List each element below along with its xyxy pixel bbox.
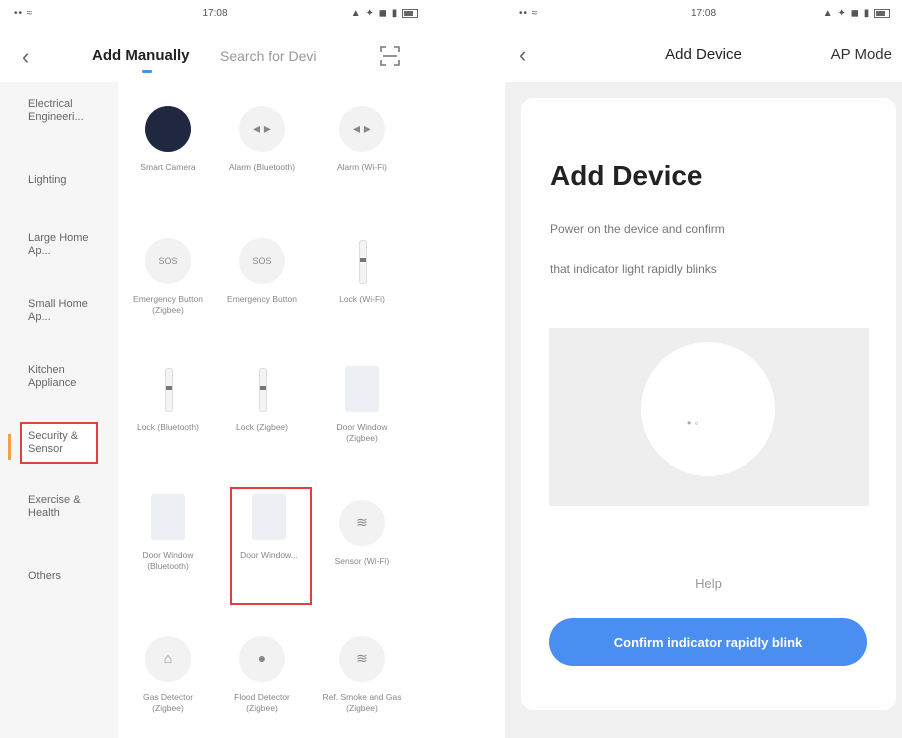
device-item[interactable]: Lock (Zigbee) — [222, 366, 302, 433]
instruction-card: Add Device Power on the device and confi… — [521, 98, 896, 710]
device-label: Lock (Bluetooth) — [137, 422, 199, 432]
status-icons-text: ▲ ✦ ◼ ▮ — [350, 8, 399, 19]
add-manually-screen: •• ≈ 17:08 ▲ ✦ ◼ ▮ ‹ Add Manually Search… — [0, 0, 430, 738]
card-title: Add Device — [550, 160, 703, 191]
alarm-icon: ◂ ▸ — [339, 106, 385, 152]
device-label: Door Window (Bluetooth) — [142, 550, 194, 571]
category-sidebar: Electrical Engineeri... Lighting Large H… — [0, 82, 118, 738]
device-item[interactable]: ⌂ Gas Detector (Zigbee) — [128, 636, 208, 714]
indicator-light-illustration — [641, 342, 775, 476]
gas-detector-icon: ⌂ — [145, 636, 191, 682]
ap-mode-button[interactable]: AP Mode — [831, 46, 892, 63]
device-item[interactable]: ≋ Ref. Smoke and Gas (Zigbee) — [322, 636, 402, 714]
device-label: Lock (Zigbee) — [236, 422, 288, 432]
sidebar-item-exercise[interactable]: Exercise & Health — [28, 494, 108, 520]
device-label: Ref. Smoke and Gas (Zigbee) — [322, 692, 402, 713]
sidebar-item-kitchen[interactable]: Kitchen Appliance — [28, 364, 108, 390]
device-item[interactable]: Lock (Wi-Fi) — [322, 238, 402, 305]
device-item[interactable]: Door Window (Bluetooth) — [128, 494, 208, 572]
device-item[interactable]: Door Window (Zigbee) — [322, 366, 402, 444]
door-window-sensor-icon — [151, 494, 185, 540]
status-icons: ▲ ✦ ◼ ▮ — [823, 8, 890, 19]
add-device-screen: •• ≈ 17:08 ▲ ✦ ◼ ▮ ‹ Add Device AP Mode … — [505, 0, 902, 738]
device-label: Emergency Button (Zigbee) — [133, 294, 203, 315]
device-label: Smart Camera — [140, 162, 196, 172]
status-icons-text: ▲ ✦ ◼ ▮ — [822, 8, 871, 19]
camera-icon — [145, 106, 191, 152]
status-bar: •• ≈ 17:08 ▲ ✦ ◼ ▮ — [505, 8, 902, 24]
device-label: Lock (Wi-Fi) — [339, 294, 385, 304]
help-link[interactable]: Help — [521, 576, 896, 591]
lock-icon — [145, 366, 191, 412]
water-drop-icon: ● — [239, 636, 285, 682]
tab-active-indicator — [142, 70, 152, 73]
device-item[interactable]: ● Flood Detector (Zigbee) — [222, 636, 302, 714]
device-item[interactable]: SOS Emergency Button (Zigbee) — [128, 238, 208, 316]
device-label: Flood Detector (Zigbee) — [234, 692, 290, 713]
door-window-sensor-icon — [345, 366, 379, 412]
sos-button-icon: SOS — [145, 238, 191, 284]
scan-icon[interactable] — [378, 44, 402, 68]
back-chevron-icon[interactable]: ‹ — [22, 46, 29, 68]
plug-icon: • ◦ — [687, 416, 699, 430]
sensor-icon: ≋ — [339, 500, 385, 546]
sidebar-item-electrical[interactable]: Electrical Engineeri... — [28, 98, 108, 124]
sidebar-item-others[interactable]: Others — [28, 570, 108, 583]
device-label: Sensor (Wi-Fi) — [334, 556, 390, 566]
sidebar-item-large-home[interactable]: Large Home Ap... — [28, 232, 108, 258]
battery-icon — [402, 8, 418, 18]
sidebar-item-lighting[interactable]: Lighting — [28, 174, 108, 187]
sidebar-item-small-home[interactable]: Small Home Ap... — [28, 298, 108, 324]
alarm-icon: ◂ ▸ — [239, 106, 285, 152]
device-illustration: • ◦ — [549, 328, 869, 506]
device-item[interactable]: SOS Emergency Button — [222, 238, 302, 305]
confirm-blink-button[interactable]: Confirm indicator rapidly blink — [549, 618, 867, 666]
sidebar-item-security[interactable]: Security & Sensor — [20, 422, 98, 464]
device-label: Gas Detector (Zigbee) — [142, 692, 194, 713]
tab-add-manually[interactable]: Add Manually — [92, 47, 190, 64]
device-item[interactable]: ≋ Sensor (Wi-Fi) — [322, 500, 402, 567]
lock-icon — [339, 238, 385, 284]
lock-icon — [239, 366, 285, 412]
device-label: Alarm (Wi-Fi) — [336, 162, 388, 172]
device-item[interactable]: ◂ ▸ Alarm (Bluetooth) — [222, 106, 302, 173]
sos-button-icon: SOS — [239, 238, 285, 284]
device-label: Alarm (Bluetooth) — [228, 162, 296, 172]
tab-search-for-device[interactable]: Search for Devi — [220, 48, 350, 64]
device-label: Emergency Button — [227, 294, 297, 304]
device-label: Door Window (Zigbee) — [336, 422, 388, 443]
device-item[interactable]: Smart Camera — [128, 106, 208, 173]
device-item[interactable]: ◂ ▸ Alarm (Wi-Fi) — [322, 106, 402, 173]
device-item[interactable]: Lock (Bluetooth) — [128, 366, 208, 433]
status-icons: ▲ ✦ ◼ ▮ — [351, 8, 418, 19]
instruction-line-2: that indicator light rapidly blinks — [550, 262, 717, 276]
instruction-line-1: Power on the device and confirm — [550, 222, 725, 236]
smoke-detector-icon: ≋ — [339, 636, 385, 682]
battery-icon — [874, 8, 890, 18]
status-bar: •• ≈ 17:08 ▲ ✦ ◼ ▮ — [0, 8, 430, 24]
active-category-bar — [8, 434, 11, 460]
selected-device-highlight — [230, 487, 312, 605]
